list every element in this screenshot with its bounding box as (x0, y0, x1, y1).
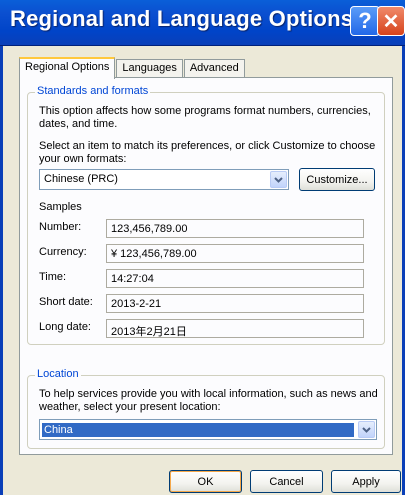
window-title: Regional and Language Options (10, 6, 354, 31)
location-group: Location To help services provide you wi… (27, 368, 385, 449)
title-bar[interactable]: Regional and Language Options ? ✕ (0, 0, 405, 46)
standards-and-formats-group: Standards and formats This option affect… (27, 85, 385, 345)
apply-button[interactable]: Apply (331, 470, 401, 493)
chevron-down-icon (274, 176, 283, 183)
chevron-down-icon (362, 426, 371, 433)
location-legend: Location (35, 368, 81, 380)
tab-panel-regional-options: Standards and formats This option affect… (19, 77, 393, 455)
location-select-arrow[interactable] (358, 421, 375, 438)
sample-currency-value: ¥ 123,456,789.00 (106, 244, 364, 263)
format-select-arrow[interactable] (270, 171, 287, 188)
cancel-button[interactable]: Cancel (250, 470, 323, 493)
tab-languages[interactable]: Languages (116, 59, 183, 78)
close-icon: ✕ (382, 10, 400, 33)
format-select-value: Chinese (PRC) (44, 173, 118, 185)
sample-time-label: Time: (39, 271, 67, 283)
tab-strip: Regional Options Languages Advanced (19, 56, 246, 79)
dialog-body: Regional Options Languages Advanced Stan… (0, 46, 405, 495)
close-button[interactable]: ✕ (377, 6, 405, 36)
select-instructions: Select an item to match its preferences,… (39, 140, 376, 165)
tab-regional-options[interactable]: Regional Options (19, 57, 116, 79)
sample-number-label: Number: (39, 221, 82, 233)
sample-number-value: 123,456,789.00 (106, 219, 364, 238)
standards-legend: Standards and formats (35, 85, 151, 97)
ok-button[interactable]: OK (169, 470, 242, 493)
location-description: To help services provide you with local … (39, 388, 378, 413)
customize-button[interactable]: Customize... (299, 168, 375, 191)
sample-currency-label: Currency: (39, 246, 87, 258)
tab-advanced[interactable]: Advanced (183, 59, 245, 78)
location-select-value: China (42, 423, 354, 437)
location-select[interactable]: China (39, 419, 377, 440)
sample-short-date-value: 2013-2-21 (106, 294, 364, 313)
format-select[interactable]: Chinese (PRC) (39, 169, 289, 190)
help-button[interactable]: ? (350, 6, 380, 36)
help-icon: ? (358, 8, 372, 33)
standards-description: This option affects how some programs fo… (39, 105, 371, 130)
sample-short-date-label: Short date: (39, 296, 93, 308)
sample-time-value: 14:27:04 (106, 269, 364, 288)
sample-long-date-value: 2013年2月21日 (106, 319, 364, 338)
samples-heading: Samples (39, 201, 82, 213)
sample-long-date-label: Long date: (39, 321, 91, 333)
